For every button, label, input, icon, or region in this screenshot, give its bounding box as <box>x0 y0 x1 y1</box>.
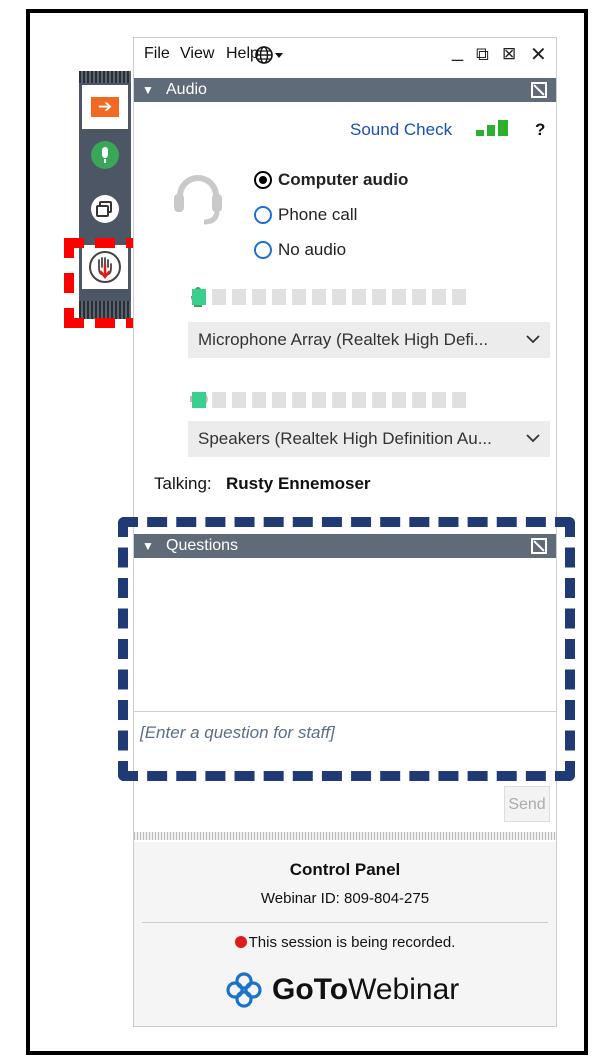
level-cell <box>312 392 326 408</box>
microphone-select[interactable]: Microphone Array (Realtek High Defi... <box>188 322 550 358</box>
signal-strength-icon <box>476 120 516 138</box>
gotowebinar-logo: GoTo Webinar <box>224 970 459 1010</box>
level-cell <box>332 392 346 408</box>
level-cell <box>192 392 206 408</box>
minimize-button[interactable]: _ <box>452 40 463 63</box>
level-cell <box>272 392 286 408</box>
webinar-id: Webinar ID: 809-804-275 <box>260 890 430 907</box>
level-cell <box>372 392 386 408</box>
level-cell <box>352 392 366 408</box>
control-panel-title: Control Panel <box>289 860 401 879</box>
level-cell <box>252 289 266 305</box>
logo-webinar: Webinar <box>348 973 460 1006</box>
microphone-toggle-button[interactable] <box>82 133 128 177</box>
radio-unselected[interactable] <box>254 206 272 224</box>
level-cell <box>432 289 446 305</box>
audio-help-button[interactable]: ? <box>535 120 545 140</box>
level-cell <box>412 392 426 408</box>
level-cell <box>312 289 326 305</box>
popout-button[interactable]: ⊠ <box>502 44 516 64</box>
send-button[interactable]: Send <box>504 786 550 822</box>
level-cell <box>232 392 246 408</box>
level-cell <box>392 289 406 305</box>
hide-panel-button[interactable]: ➔ <box>82 85 128 129</box>
collapse-triangle-icon[interactable]: ▼ <box>142 83 154 97</box>
close-button[interactable]: ✕ <box>530 42 547 67</box>
sound-check-link[interactable]: Sound Check <box>350 120 452 140</box>
questions-highlight <box>118 517 575 781</box>
chevron-down-icon <box>526 335 540 344</box>
microphone-icon <box>91 141 119 169</box>
resize-splitter[interactable] <box>134 832 556 840</box>
speakers-select[interactable]: Speakers (Realtek High Definition Au... <box>188 421 550 457</box>
level-cell <box>432 392 446 408</box>
talking-name: Rusty Ennemoser <box>226 474 371 493</box>
radio-selected[interactable] <box>254 171 272 189</box>
audio-title: Audio <box>166 81 207 98</box>
level-cell <box>232 289 246 305</box>
phone-call-option[interactable]: Phone call <box>254 205 357 225</box>
menu-bar: File View Help _ ⧉ ⊠ ✕ <box>134 38 556 74</box>
audio-section-header[interactable]: ▼ Audio <box>134 78 556 102</box>
level-cell <box>452 392 466 408</box>
globe-icon[interactable] <box>254 45 284 65</box>
divider <box>142 922 548 923</box>
control-panel-footer: Control Panel Webinar ID: 809-804-275 Th… <box>134 842 556 1026</box>
chevron-down-icon <box>526 434 540 443</box>
level-cell <box>392 392 406 408</box>
grip-handle-top[interactable] <box>79 71 131 83</box>
logo-goto: GoTo <box>272 973 349 1006</box>
recording-notice: This session is being recorded. <box>134 934 556 951</box>
computer-audio-option[interactable]: Computer audio <box>254 170 408 190</box>
level-cell <box>192 289 206 305</box>
popout-section-icon[interactable] <box>531 82 547 98</box>
restore-button[interactable]: ⧉ <box>476 44 489 65</box>
level-cell <box>292 289 306 305</box>
radio-unselected[interactable] <box>254 241 272 259</box>
level-cell <box>272 289 286 305</box>
no-audio-option[interactable]: No audio <box>254 240 346 260</box>
level-cell <box>372 289 386 305</box>
microphone-level-meter <box>192 289 492 305</box>
headset-icon <box>174 175 222 225</box>
speakers-value: Speakers (Realtek High Definition Au... <box>198 429 492 448</box>
menu-view[interactable]: View <box>180 45 214 63</box>
level-cell <box>452 289 466 305</box>
gotowebinar-logo-icon <box>226 972 262 1008</box>
level-cell <box>332 289 346 305</box>
microphone-value: Microphone Array (Realtek High Defi... <box>198 330 489 349</box>
arrow-icon: ➔ <box>91 97 119 117</box>
screen-icon <box>91 195 119 223</box>
level-cell <box>292 392 306 408</box>
level-cell <box>412 289 426 305</box>
talking-label: Talking: <box>154 474 212 493</box>
level-cell <box>352 289 366 305</box>
recording-dot-icon <box>234 936 247 948</box>
speaker-level-meter <box>192 392 492 408</box>
level-cell <box>212 289 226 305</box>
recording-text: This session is being recorded. <box>248 934 456 951</box>
option-label: Computer audio <box>278 170 409 189</box>
level-cell <box>252 392 266 408</box>
option-label: Phone call <box>278 205 358 224</box>
level-cell <box>212 392 226 408</box>
screen-button[interactable] <box>82 187 128 231</box>
option-label: No audio <box>278 240 347 259</box>
menu-file[interactable]: File <box>144 45 170 63</box>
